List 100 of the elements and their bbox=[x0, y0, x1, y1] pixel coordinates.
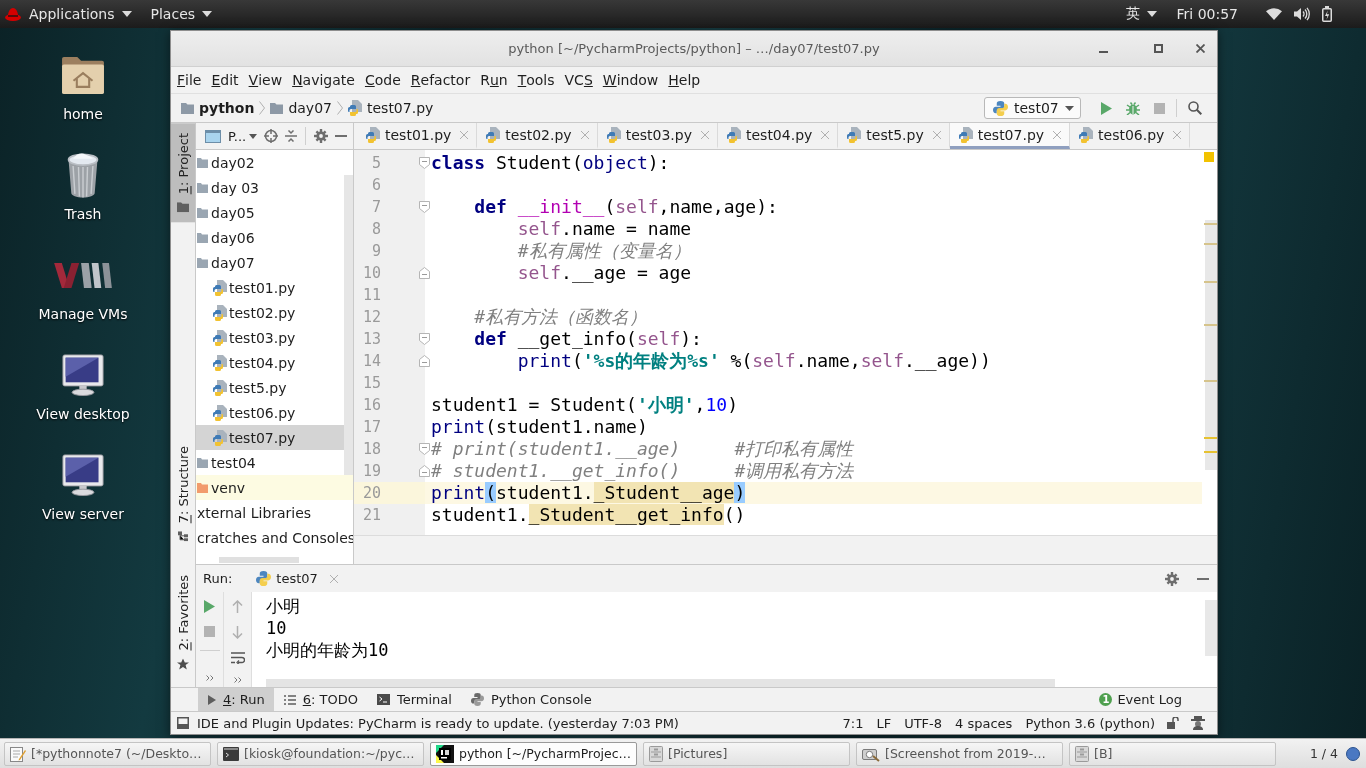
tree-item[interactable]: day 03 bbox=[196, 175, 344, 200]
tree-item[interactable]: test04.py bbox=[196, 350, 344, 375]
tree-item[interactable]: day02 bbox=[196, 150, 344, 175]
monitor-icon[interactable] bbox=[61, 354, 105, 396]
tree-item[interactable]: xternal Libraries bbox=[196, 500, 353, 525]
tool-window-tab[interactable]: 2: Favorites bbox=[171, 565, 195, 681]
close-icon[interactable] bbox=[1196, 44, 1205, 53]
lock-icon[interactable] bbox=[1167, 717, 1179, 729]
fold-marker-icon[interactable] bbox=[419, 465, 430, 477]
tree-item[interactable]: test06.py bbox=[196, 400, 344, 425]
fold-marker-icon[interactable] bbox=[419, 267, 430, 279]
fold-marker-icon[interactable] bbox=[419, 355, 430, 367]
trash-can-icon[interactable] bbox=[65, 152, 101, 198]
settings-icon[interactable] bbox=[314, 129, 329, 143]
hat-icon[interactable] bbox=[5, 7, 21, 21]
status-field[interactable]: Python 3.6 (python) bbox=[1025, 715, 1155, 731]
inspector-icon[interactable] bbox=[1191, 716, 1205, 730]
tree-item[interactable]: day06 bbox=[196, 225, 344, 250]
tree-item[interactable]: test02.py bbox=[196, 300, 344, 325]
menu-item[interactable]: File bbox=[172, 68, 207, 92]
clock-text[interactable]: Fri 00:57 bbox=[1176, 6, 1238, 22]
menu-item[interactable]: Code bbox=[359, 68, 406, 92]
tool-window-tab[interactable]: Terminal bbox=[366, 688, 461, 711]
editor-tab[interactable]: test5.py bbox=[838, 123, 950, 149]
fold-marker-icon[interactable] bbox=[419, 333, 430, 345]
event-log-button[interactable]: 1 Event Log bbox=[1099, 692, 1182, 707]
menu-item[interactable]: Run bbox=[475, 68, 513, 92]
taskbar-item[interactable]: [Pictures] bbox=[643, 741, 850, 766]
status-message[interactable]: IDE and Plugin Updates: PyCharm is ready to update. (yesterday 7:03 PM) bbox=[197, 715, 679, 731]
editor-tab[interactable]: test03.py bbox=[597, 123, 718, 149]
soft-wrap-icon[interactable] bbox=[230, 652, 245, 664]
menu-item[interactable]: Refactor bbox=[405, 68, 476, 92]
editor-tab[interactable]: test01.py bbox=[357, 123, 478, 149]
tree-item[interactable]: test03.py bbox=[196, 325, 344, 350]
status-field[interactable]: LF bbox=[876, 715, 892, 731]
scrollbar[interactable] bbox=[266, 679, 1055, 687]
top-menu[interactable]: Applications bbox=[21, 0, 143, 28]
menu-item[interactable]: Edit bbox=[206, 68, 244, 92]
tree-item[interactable]: test04 bbox=[196, 450, 344, 475]
desktop-icon-label[interactable]: View desktop bbox=[36, 405, 130, 423]
battery-icon[interactable] bbox=[1322, 6, 1332, 22]
editor-tab[interactable]: test06.py bbox=[1070, 123, 1191, 149]
stop-icon[interactable] bbox=[1154, 102, 1165, 114]
minimize-icon[interactable] bbox=[1099, 50, 1108, 53]
status-field[interactable]: 7:1 bbox=[842, 715, 864, 731]
breadcrumb[interactable]: day07 bbox=[270, 96, 332, 120]
run-icon[interactable] bbox=[1101, 101, 1112, 115]
tree-item[interactable]: day05 bbox=[196, 200, 344, 225]
editor-tab[interactable]: test02.py bbox=[477, 123, 598, 149]
run-icon[interactable] bbox=[204, 600, 215, 613]
status-field[interactable]: 4 spaces bbox=[955, 715, 1013, 731]
hide-icon[interactable] bbox=[1197, 577, 1209, 580]
search-icon[interactable] bbox=[1188, 101, 1202, 115]
editor-tab[interactable]: test04.py bbox=[718, 123, 839, 149]
desktop-icon-label[interactable]: Trash bbox=[64, 205, 102, 223]
volume-icon[interactable] bbox=[1294, 7, 1310, 21]
down-arrow-icon[interactable] bbox=[232, 626, 243, 639]
more-icon[interactable] bbox=[233, 677, 242, 683]
tree-item[interactable]: test07.py bbox=[196, 425, 344, 450]
menu-item[interactable]: Navigate bbox=[287, 68, 360, 92]
fold-marker-icon[interactable] bbox=[419, 157, 430, 169]
taskbar-item[interactable]: [*pythonnote7 (~/Deskto… bbox=[4, 741, 211, 766]
circle-icon[interactable] bbox=[1346, 746, 1360, 761]
tool-window-tab[interactable]: Python Console bbox=[460, 688, 601, 711]
breadcrumb[interactable]: test07.py bbox=[348, 96, 434, 120]
run-config-dropdown[interactable]: test07 bbox=[984, 97, 1081, 119]
locate-icon[interactable] bbox=[264, 129, 279, 143]
taskbar-item[interactable]: [B] bbox=[1069, 741, 1276, 766]
tree-item[interactable]: day07 bbox=[196, 250, 344, 275]
tool-windows-icon[interactable] bbox=[177, 717, 189, 729]
menu-item[interactable]: Window bbox=[597, 68, 664, 92]
vm-logo-icon[interactable] bbox=[52, 262, 114, 288]
tool-window-tab[interactable]: 7: Structure bbox=[171, 436, 195, 552]
settings-icon[interactable] bbox=[1165, 571, 1179, 586]
menu-item[interactable]: VCS bbox=[559, 68, 598, 92]
debug-bug-icon[interactable] bbox=[1126, 101, 1140, 115]
view-dropdown[interactable]: P... bbox=[228, 128, 258, 144]
editor-tab[interactable]: test07.py bbox=[949, 123, 1071, 149]
up-arrow-icon[interactable] bbox=[232, 600, 243, 613]
wifi-icon[interactable] bbox=[1266, 8, 1282, 20]
more-icon[interactable] bbox=[205, 675, 214, 681]
taskbar-item[interactable]: [kiosk@foundation:~/pyc… bbox=[217, 741, 424, 766]
scrollbar[interactable] bbox=[219, 557, 299, 563]
tool-window-tab[interactable]: 1: Project bbox=[171, 123, 195, 223]
scrollbar[interactable] bbox=[1205, 600, 1217, 656]
tree-item[interactable]: test5.py bbox=[196, 375, 344, 400]
desktop-icon-label[interactable]: Manage VMs bbox=[38, 305, 128, 323]
desktop-icon-label[interactable]: View server bbox=[42, 505, 124, 523]
tool-window-tab[interactable]: 4: Run bbox=[198, 688, 274, 711]
tree-item[interactable]: test01.py bbox=[196, 275, 344, 300]
top-menu[interactable]: Places bbox=[142, 0, 224, 28]
home-folder-icon[interactable] bbox=[60, 55, 106, 95]
fold-marker-icon[interactable] bbox=[419, 201, 430, 213]
maximize-icon[interactable] bbox=[1154, 44, 1163, 53]
menu-item[interactable]: Help bbox=[663, 68, 706, 92]
collapse-all-icon[interactable] bbox=[285, 130, 298, 142]
menu-item[interactable]: View bbox=[243, 68, 288, 92]
breadcrumb[interactable]: python bbox=[181, 96, 255, 120]
workspace-indicator[interactable]: 1 / 4 bbox=[1309, 746, 1338, 761]
tool-window-tab[interactable]: 6: TODO bbox=[273, 688, 367, 711]
